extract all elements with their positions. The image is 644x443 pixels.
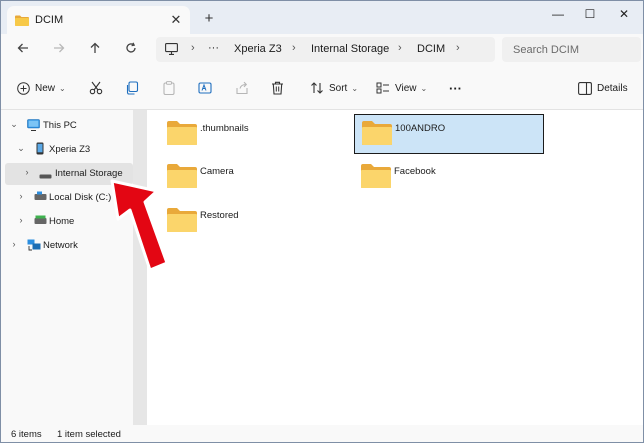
collapsed-chevron-icon[interactable]: › [16,191,26,201]
breadcrumb-xperia-z3[interactable]: Xperia Z3 [234,43,282,55]
up-arrow-icon [90,42,100,53]
paste-button[interactable] [162,78,176,98]
address-bar[interactable]: › ··· Xperia Z3 › Internal Storage › DCI… [156,37,495,62]
expand-chevron-icon[interactable]: ⌄ [16,143,26,154]
cut-button[interactable] [89,78,103,98]
drive-icon [34,191,47,204]
folder-name: Camera [200,166,234,177]
drive-icon [34,215,47,228]
minimize-button[interactable]: — [541,4,575,24]
folder-icon [166,120,198,149]
breadcrumb-separator: › [398,42,402,54]
folder-name: 100ANDRO [395,123,446,134]
nav-label: Home [49,216,75,227]
up-button[interactable] [85,41,105,59]
breadcrumb-separator: › [191,42,195,54]
breadcrumb-overflow[interactable]: ··· [208,42,219,54]
network-icon [27,239,41,254]
nav-label: This PC [43,120,77,131]
details-pane-icon [578,81,592,95]
tab-title: DCIM [35,14,64,26]
back-arrow-icon [17,43,28,53]
selection-status: 1 item selected [57,429,121,440]
breadcrumb-internal-storage[interactable]: Internal Storage [311,43,389,55]
folder-icon [361,120,393,149]
view-button[interactable]: View ⌄ [376,78,427,98]
folder-item[interactable]: .thumbnails [160,115,350,155]
tab-close-icon[interactable]: ✕ [167,11,185,29]
folder-name: Facebook [394,166,436,177]
breadcrumb-separator: › [292,42,296,54]
new-tab-button[interactable]: + [199,9,219,29]
details-button[interactable]: Details [578,78,628,98]
folder-icon [360,163,392,192]
more-options-button[interactable]: ··· [449,78,462,98]
expand-chevron-icon[interactable]: ⌄ [9,119,19,130]
red-arrow-annotation [110,179,169,272]
rename-button[interactable] [198,78,212,98]
sort-label: Sort [329,82,348,94]
scissors-icon [89,81,103,95]
delete-button[interactable] [271,78,284,98]
view-label: View [395,82,417,94]
nav-label: Xperia Z3 [49,144,91,155]
nav-item-xperia-z3[interactable]: ⌄ Xperia Z3 [5,139,133,161]
copy-button[interactable] [125,78,139,98]
plus-circle-icon [17,81,30,95]
file-explorer-window: DCIM ✕ + — ☐ ✕ › ··· Xperia Z3 › Interna… [0,0,644,443]
search-input[interactable] [502,37,641,62]
chevron-down-icon: ⌄ [59,83,66,93]
share-button[interactable] [235,78,249,98]
new-label: New [35,82,56,94]
forward-arrow-icon [54,43,65,53]
file-list: .thumbnails 100ANDRO Camera Facebook Res… [147,110,643,425]
status-bar: 6 items 1 item selected [1,425,643,442]
item-count: 6 items [11,429,42,440]
folder-name: .thumbnails [200,123,249,134]
folder-name: Restored [200,210,239,221]
nav-item-this-pc[interactable]: ⌄ This PC [5,115,133,137]
forward-button[interactable] [49,41,69,59]
folder-icon [15,15,29,29]
folder-item[interactable]: Facebook [354,158,544,198]
collapsed-chevron-icon[interactable]: › [9,239,19,249]
refresh-button[interactable] [121,41,141,59]
back-button[interactable] [13,41,33,59]
maximize-button[interactable]: ☐ [573,4,607,24]
breadcrumb-dcim[interactable]: DCIM [417,43,445,55]
collapsed-chevron-icon[interactable]: › [16,215,26,225]
monitor-icon [165,43,178,58]
breadcrumb-dropdown[interactable]: › [456,42,460,54]
clipboard-icon [163,81,175,95]
phone-icon [36,142,44,158]
chevron-down-icon: ⌄ [420,83,428,93]
copy-icon [126,81,139,95]
collapsed-chevron-icon[interactable]: › [22,167,32,177]
share-icon [236,81,248,95]
chevron-down-icon: ⌄ [351,83,359,93]
command-bar: New ⌄ Sort ⌄ View ⌄ ··· Details [1,66,643,110]
new-button[interactable]: New ⌄ [17,78,66,98]
details-label: Details [597,82,628,94]
title-bar: DCIM ✕ + — ☐ ✕ [1,1,643,34]
nav-label: Network [43,240,78,251]
rename-icon [198,82,212,94]
trash-icon [272,81,283,95]
refresh-icon [126,42,136,53]
monitor-icon [27,119,40,134]
storage-icon [39,171,52,182]
sort-button[interactable]: Sort ⌄ [310,78,358,98]
sort-icon [311,82,323,94]
view-icon [376,82,389,94]
tab-dcim[interactable]: DCIM ✕ [7,6,190,34]
folder-item-selected[interactable]: 100ANDRO [354,114,544,154]
address-row: › ··· Xperia Z3 › Internal Storage › DCI… [1,34,643,66]
close-button[interactable]: ✕ [607,4,641,24]
